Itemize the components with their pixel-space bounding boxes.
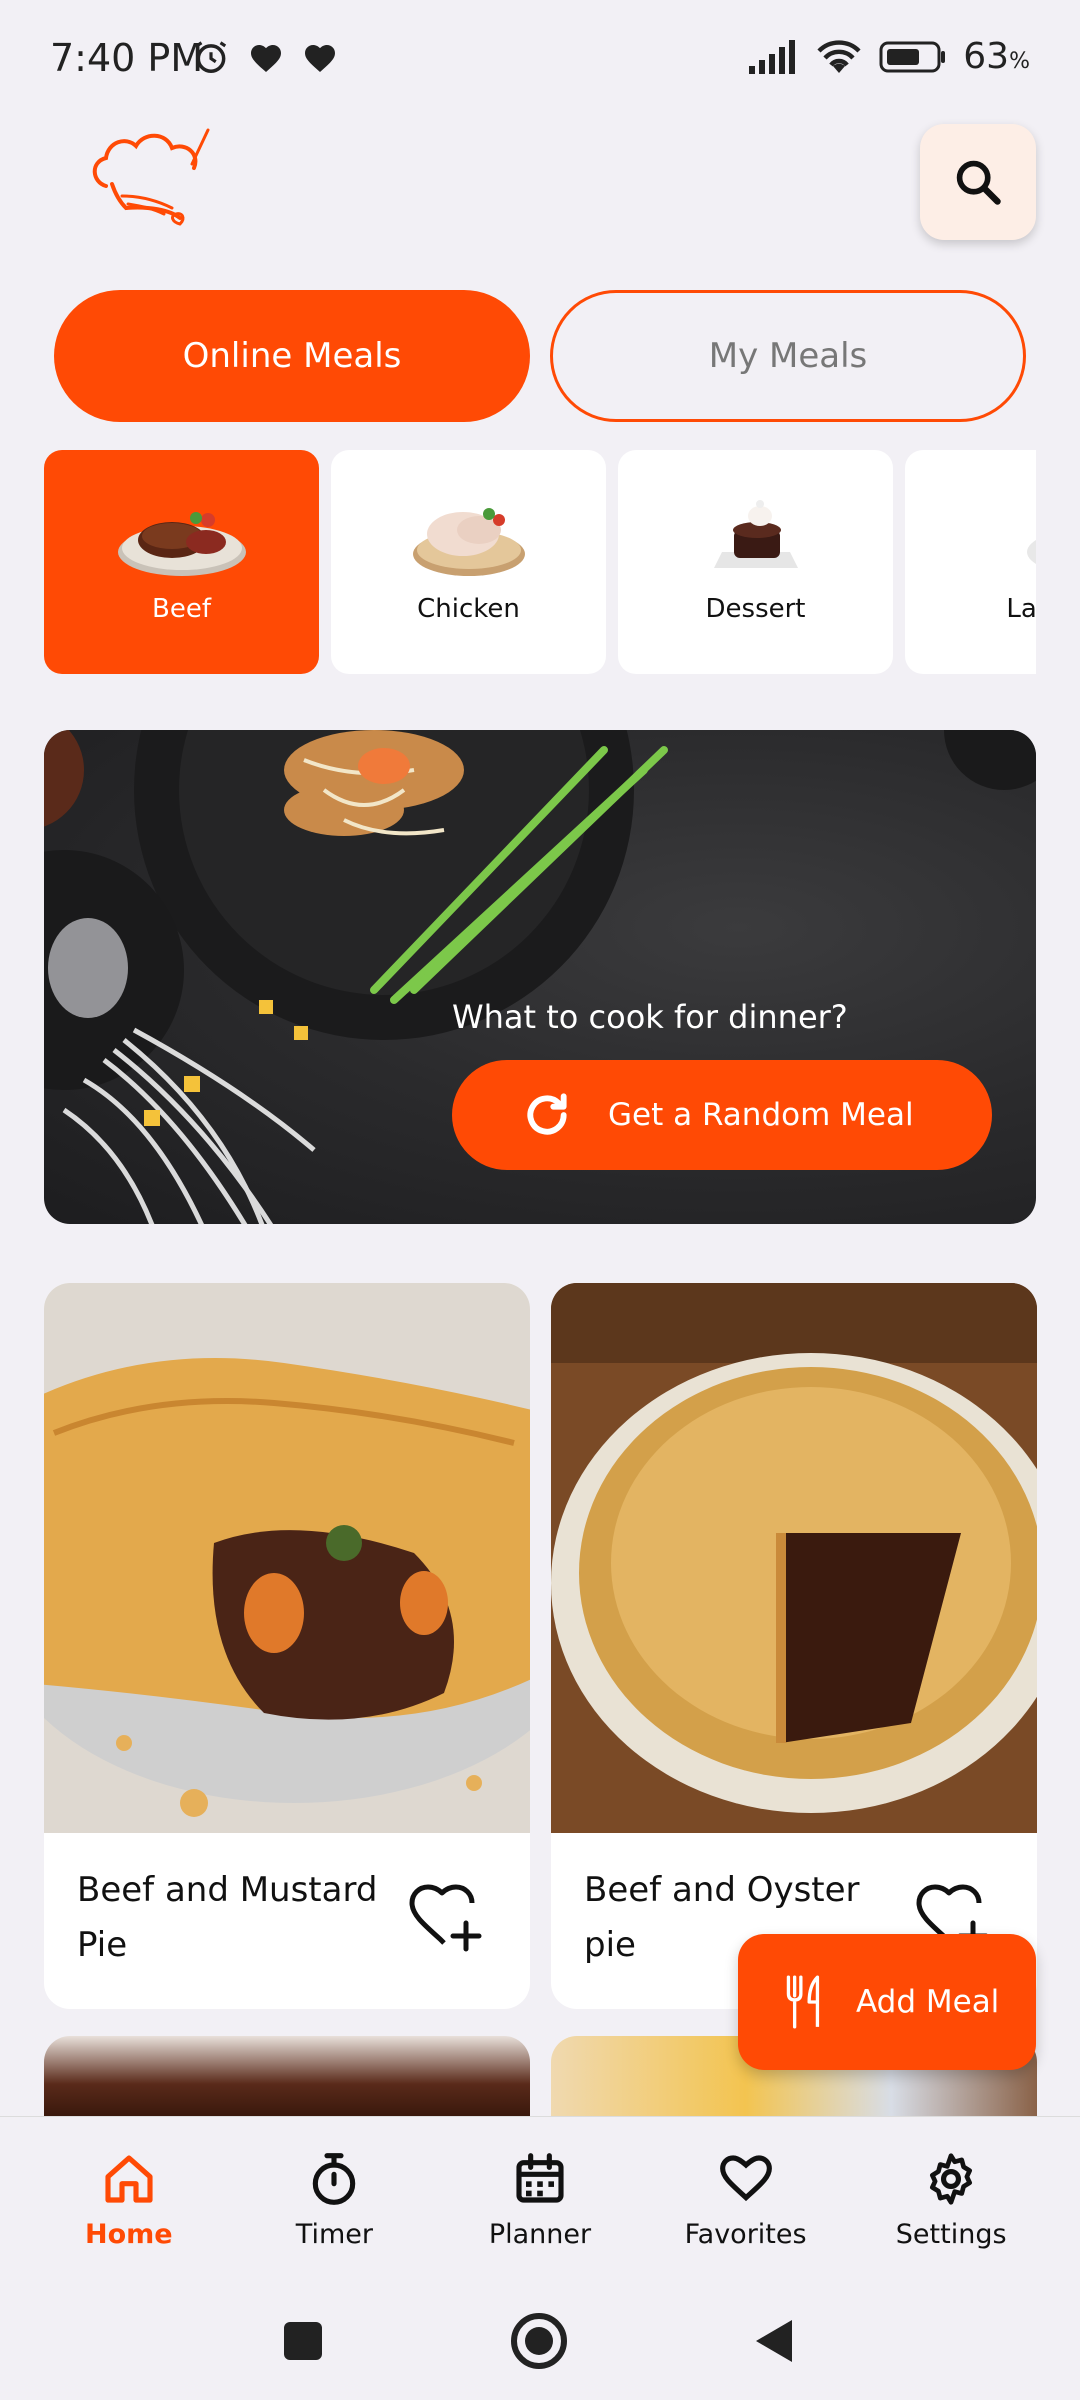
category-item-lamb[interactable]: Lamb [905,450,1036,674]
status-notification-icons [192,38,338,76]
random-meal-banner: What to cook for dinner? Get a Random Me… [44,730,1036,1224]
nav-item-timer[interactable]: Timer [244,2151,424,2250]
battery-icon [879,41,946,72]
add-meal-button[interactable]: Add Meal [738,1934,1036,2070]
calendar-icon [516,2153,564,2203]
nav-item-home[interactable]: Home [39,2151,219,2250]
alarm-icon [195,41,227,73]
tab-online-meals[interactable]: Online Meals [54,290,530,422]
meal-image [44,1283,530,1833]
gear-icon [930,2153,973,2205]
category-label: Beef [152,594,211,624]
heart-icon [719,2155,772,2202]
nav-item-favorites[interactable]: Favorites [656,2151,836,2250]
battery-percent: 63% [963,36,1030,77]
nav-item-planner[interactable]: Planner [450,2151,630,2250]
dessert-image [713,500,798,568]
system-navigation-bar [284,2313,792,2369]
fork-knife-icon [786,1975,820,2029]
banner-question: What to cook for dinner? [452,998,848,1036]
wifi-icon [817,39,861,73]
random-meal-button[interactable]: Get a Random Meal [452,1060,992,1170]
meal-card[interactable] [44,2036,530,2116]
nav-label: Planner [488,2219,592,2250]
nav-label: Settings [895,2219,1007,2250]
category-label: Chicken [417,594,520,624]
heart-status-icon [305,45,335,72]
search-icon [956,160,1001,205]
home-icon [105,2155,153,2203]
heart-status-icon [251,45,281,72]
tab-my-meals[interactable]: My Meals [550,290,1026,422]
refresh-icon [527,1093,567,1135]
add-meal-label: Add Meal [856,1984,1000,2020]
search-button[interactable] [920,124,1036,240]
chef-hat-logo [92,128,210,226]
back-button [756,2320,792,2362]
category-item-beef[interactable]: Beef [44,450,319,674]
random-meal-button-label: Get a Random Meal [608,1097,914,1133]
category-carousel[interactable]: Beef Chicken Dessert Lamb [44,450,1036,676]
lamb-image [1026,539,1036,565]
category-item-chicken[interactable]: Chicken [331,450,606,674]
add-favorite-icon[interactable] [406,1883,486,1953]
status-system-icons: 63% [749,36,1030,77]
meal-image [551,1283,1037,1833]
beef-image [117,512,246,576]
bottom-navigation: Home Timer Planner Favorites Settings [0,2116,1080,2284]
chicken-image [412,508,525,576]
category-item-dessert[interactable]: Dessert [618,450,893,674]
nav-label: Favorites [684,2219,807,2250]
recents-button [284,2322,322,2360]
signal-icon [749,39,796,74]
nav-label: Timer [295,2219,373,2250]
status-bar: 7:40 PM 63% [0,0,1080,120]
nav-label: Home [85,2219,173,2250]
meal-card[interactable]: Beef and Oyster pie [551,1283,1037,2009]
meal-card[interactable]: Beef and Mustard Pie [44,1283,530,2009]
status-time: 7:40 PM [50,36,204,80]
category-label: Lamb [1006,594,1036,624]
timer-icon [313,2153,356,2205]
category-label: Dessert [705,594,806,624]
nav-item-settings[interactable]: Settings [861,2151,1041,2250]
meal-title: Beef and Mustard Pie [77,1870,378,1965]
